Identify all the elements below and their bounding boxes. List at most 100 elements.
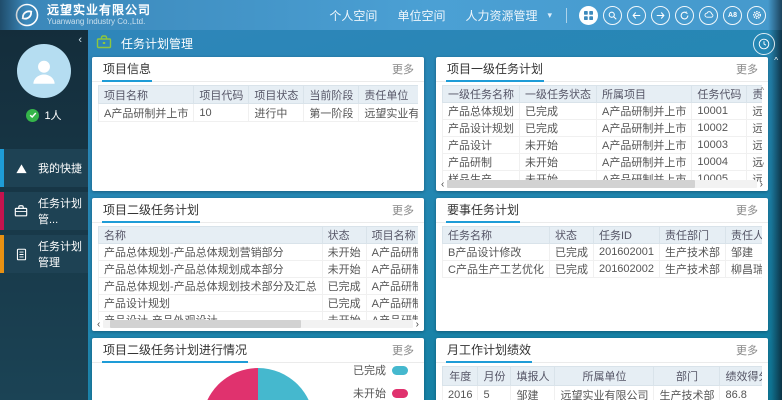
topbar-divider	[566, 8, 567, 23]
header-row: 一级任务名称一级任务状态所属项目任务代码责任单位责任部门	[443, 86, 763, 103]
scrollbar-thumb[interactable]	[447, 180, 694, 188]
more-link[interactable]: 更多	[736, 202, 758, 218]
legend-item-not-started[interactable]: 未开始	[353, 385, 408, 400]
panel-level2-tasks: 项目二级任务计划 更多 名称状态项目名称任务ID关键节点里程碑责任产品总体规划-…	[92, 198, 424, 331]
legend-marker	[392, 366, 408, 375]
table-cell: 生产技术部	[660, 244, 726, 261]
more-link[interactable]: 更多	[392, 61, 414, 77]
table-row[interactable]: 产品总体规划已完成A产品研制并上市10001远望实业有限公司营销管理部、成本管	[443, 103, 763, 120]
table-cell: 远望实业有限公司	[747, 120, 762, 137]
more-link[interactable]: 更多	[392, 202, 414, 218]
table-cell: 产品总体规划-产品总体规划营销部分	[99, 244, 323, 261]
table-cell: A产品研制并上市	[366, 244, 418, 261]
refresh-icon[interactable]	[675, 6, 694, 25]
clock-icon[interactable]	[753, 33, 775, 55]
table-row[interactable]: 产品设计规划已完成A产品研制并上市10002001是是生产	[99, 295, 419, 312]
table-cell: 10002	[692, 120, 747, 137]
header-row: 项目名称项目代码项目状态当前阶段责任单位总负责人立项日期当前进度一	[99, 86, 419, 104]
table-cell: 5	[478, 386, 511, 400]
column-header: 项目名称	[366, 227, 418, 244]
sidebar-item-task-plan-mgmt-2[interactable]: 任务计划管理	[0, 235, 88, 273]
triangle-icon	[13, 160, 29, 176]
scroll-down-icon[interactable]: v	[760, 161, 764, 169]
topbar-right-shade	[768, 0, 782, 30]
panel-title: 项目二级任务计划	[102, 198, 200, 223]
more-link[interactable]: 更多	[736, 342, 758, 358]
level2-tasks-table: 名称状态项目名称任务ID关键节点里程碑责任产品总体规划-产品总体规划营销部分未开…	[98, 226, 418, 320]
sidebar-item-task-plan-mgmt-1[interactable]: 任务计划管...	[0, 192, 88, 230]
nav-unit-space[interactable]: 单位空间	[397, 7, 445, 24]
scroll-right-icon[interactable]: ›	[760, 180, 763, 189]
table-cell: 86.8	[720, 386, 762, 400]
panel-title: 项目二级任务计划进行情况	[102, 338, 248, 363]
person-icon	[27, 54, 61, 88]
settings-gear-icon[interactable]	[747, 6, 766, 25]
table-row[interactable]: C产品生产工艺优化已完成201602002生产技术部柳昌瑞2016-06-132…	[443, 261, 763, 278]
page-scroll-up-icon[interactable]: ^	[774, 56, 778, 65]
nav-hr-management[interactable]: 人力资源管理	[465, 7, 537, 24]
table-cell: 生产技术部	[660, 261, 726, 278]
table-row[interactable]: 产品设计未开始A产品研制并上市10003远望实业有限公司生产技术部	[443, 137, 763, 154]
table-row[interactable]: 20165邹建远望实业有限公司生产技术部86.8	[443, 386, 763, 400]
table-row[interactable]: 产品总体规划-产品总体规划营销部分未开始A产品研制并上市10001001否否营销	[99, 244, 419, 261]
main-content: 任务计划管理 项目信息 更多 项目名称项目代码项目状态当前阶段责任单位总负责人立…	[88, 30, 782, 400]
more-link[interactable]: 更多	[736, 61, 758, 77]
table-cell: 10003	[692, 137, 747, 154]
check-badge-icon	[26, 109, 39, 122]
table-row[interactable]: A产品研制并上市10进行中第一阶段远望实业有限公司汤宏涛2016-05-2041…	[99, 104, 419, 122]
company-logo[interactable]: 远望实业有限公司 Yuanwang Industry Co.,Ltd.	[14, 2, 151, 28]
table-row[interactable]: B产品设计修改已完成201602001生产技术部邹建2016-06-012016…	[443, 244, 763, 261]
table-cell: 第一阶段	[304, 104, 359, 122]
arrow-right-icon[interactable]	[651, 6, 670, 25]
table-cell: 已完成	[322, 295, 366, 312]
table-row[interactable]: 产品总体规划-产品总体规划成本部分未开始A产品研制并上市10001002否否成本	[99, 261, 419, 278]
accent-bar	[0, 235, 4, 273]
table-cell: C产品生产工艺优化	[443, 261, 550, 278]
table-cell: A产品研制并上市	[597, 137, 692, 154]
column-header: 责任单位	[359, 86, 418, 104]
table-cell: 未开始	[322, 261, 366, 278]
table-cell: 已完成	[549, 244, 593, 261]
table-cell: 产品总体规划-产品总体规划成本部分	[99, 261, 323, 278]
avatar[interactable]	[17, 44, 71, 98]
search-icon[interactable]	[603, 6, 622, 25]
table-cell: 10	[194, 104, 249, 122]
pie-chart[interactable]	[202, 368, 314, 400]
nav-personal-space[interactable]: 个人空间	[329, 7, 377, 24]
table-cell: A产品研制并上市	[366, 261, 418, 278]
scroll-left-icon[interactable]: ‹	[441, 180, 444, 189]
column-header: 责任人1	[726, 227, 762, 244]
scroll-up-icon[interactable]: ^	[760, 87, 764, 95]
monthly-performance-table: 年度月份填报人所属单位部门绩效得分20165邹建远望实业有限公司生产技术部86.…	[442, 366, 762, 400]
header-row: 任务名称状态任务ID责任部门责任人1责任人2计划开始日期计划完成日期实	[443, 227, 763, 244]
cloud-icon[interactable]	[699, 6, 718, 25]
logo-swirl-icon	[14, 2, 40, 28]
table-cell: 远望实业有限公司	[555, 386, 654, 400]
column-header: 绩效得分	[720, 367, 762, 386]
column-header: 当前阶段	[304, 86, 359, 104]
sidebar-item-my-shortcuts[interactable]: 我的快捷	[0, 149, 88, 187]
panel-title: 要事任务计划	[446, 198, 520, 223]
page-header: 任务计划管理	[88, 30, 782, 57]
sidebar-collapse-icon[interactable]: ‹	[78, 35, 82, 45]
company-name-en: Yuanwang Industry Co.,Ltd.	[47, 17, 151, 27]
chevron-down-icon[interactable]: ▾	[547, 10, 552, 21]
legend-item-done[interactable]: 已完成	[353, 362, 408, 378]
table-cell: 进行中	[249, 104, 304, 122]
apps-grid-icon[interactable]	[579, 6, 598, 25]
table-cell: A产品研制并上市	[597, 103, 692, 120]
scrollbar-thumb[interactable]	[110, 320, 302, 328]
table-row[interactable]: 产品设计规划已完成A产品研制并上市10002远望实业有限公司生产技术部	[443, 120, 763, 137]
table-row[interactable]: 产品研制未开始A产品研制并上市10004远望实业有限公司生产技术部	[443, 154, 763, 171]
right-edge-shade	[769, 30, 782, 400]
column-header: 状态	[549, 227, 593, 244]
table-cell: 邹建	[726, 244, 762, 261]
column-header: 任务名称	[443, 227, 550, 244]
table-row[interactable]: 产品总体规划-产品总体规划技术部分及汇总已完成A产品研制并上市10001003是…	[99, 278, 419, 295]
scroll-left-icon[interactable]: ‹	[97, 320, 100, 329]
scroll-right-icon[interactable]: ›	[416, 320, 419, 329]
more-link[interactable]: 更多	[392, 342, 414, 358]
a8-icon[interactable]: A8	[723, 6, 742, 25]
arrow-left-icon[interactable]	[627, 6, 646, 25]
panel-level2-progress: 项目二级任务计划进行情况 更多 已完成 未开始	[92, 338, 424, 400]
